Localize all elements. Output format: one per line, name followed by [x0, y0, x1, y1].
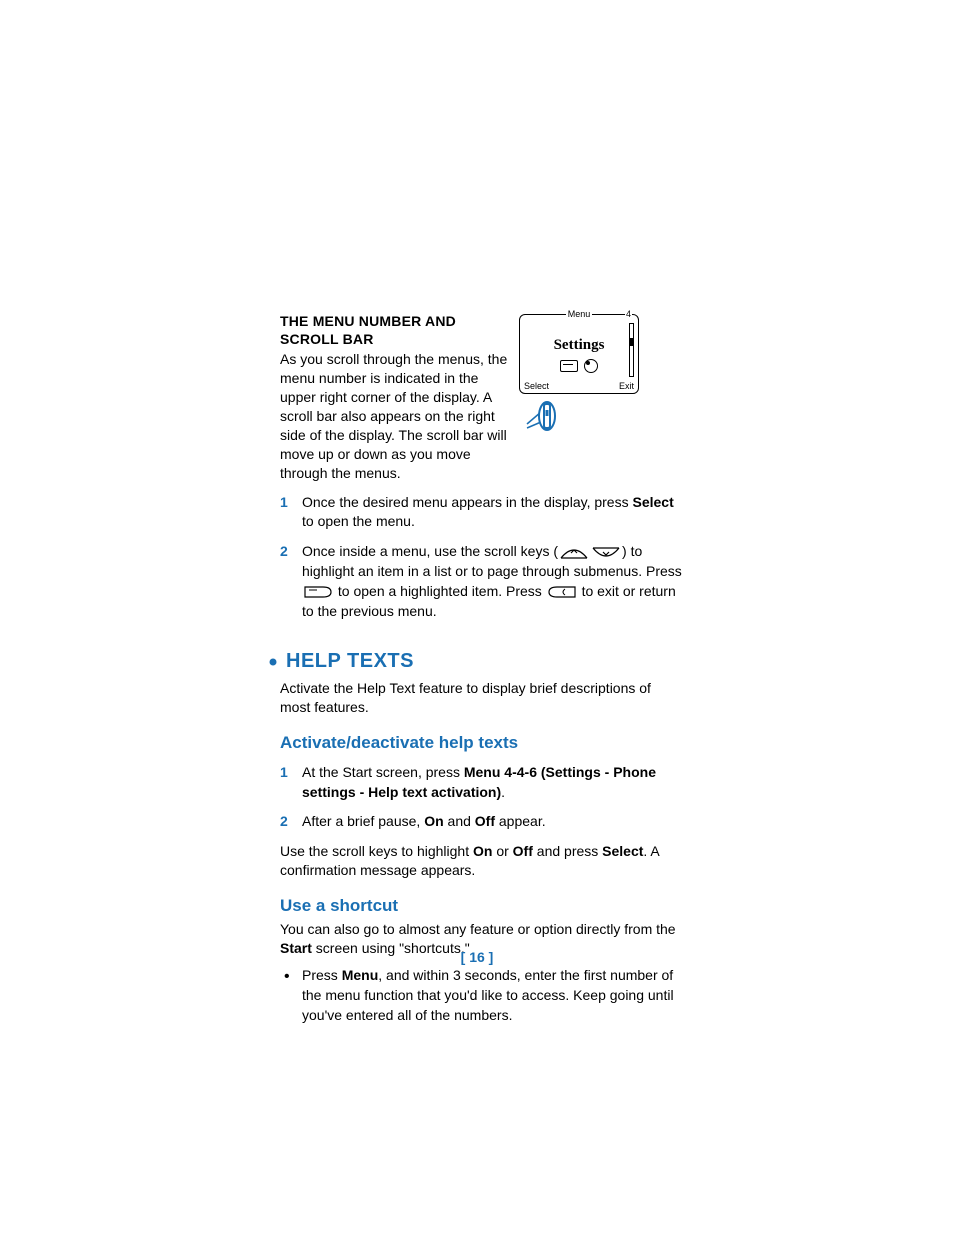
step-number: 2 — [280, 812, 288, 832]
step-text: At the Start screen, press — [302, 764, 464, 780]
phone-menu-number: 4 — [625, 309, 632, 319]
bold-off: Off — [475, 813, 495, 829]
sub-title-shortcut: Use a shortcut — [280, 896, 684, 916]
softkey-right: Exit — [619, 381, 634, 391]
phone-center-text: Settings — [520, 337, 638, 354]
card-icon — [560, 360, 578, 372]
scroll-up-key-icon — [559, 546, 589, 560]
exit-key-icon — [547, 585, 577, 599]
step-text: appear. — [495, 813, 546, 829]
step-number: 1 — [280, 763, 288, 783]
bold-menu: Menu — [342, 967, 379, 983]
list-item: 1 At the Start screen, press Menu 4-4-6 … — [280, 763, 684, 803]
activate-steps-list: 1 At the Start screen, press Menu 4-4-6 … — [280, 763, 684, 833]
page-number: [ 16 ] — [0, 949, 954, 965]
shortcut-bullet-list: Press Menu, and within 3 seconds, enter … — [280, 966, 684, 1026]
paragraph-confirm: Use the scroll keys to highlight On or O… — [280, 842, 684, 880]
globe-icon — [584, 359, 598, 373]
phone-scrollbar-thumb — [630, 338, 633, 346]
step-text: to open the menu. — [302, 513, 415, 529]
scroll-down-key-icon — [591, 546, 621, 560]
phone-screen: Menu 4 Settings Select Exit — [519, 314, 639, 394]
phone-figure: Menu 4 Settings Select Exit — [519, 314, 684, 440]
phone-scrollbar — [629, 323, 634, 377]
bold-select: Select — [602, 843, 643, 859]
section-title-help-texts: HELP TEXTS — [268, 650, 684, 673]
bullet-dot-icon — [268, 657, 278, 667]
list-item: 1 Once the desired menu appears in the d… — [280, 493, 684, 533]
step-text: Once the desired menu appears in the dis… — [302, 494, 632, 510]
step-text: After a brief pause, — [302, 813, 424, 829]
bold-off: Off — [513, 843, 533, 859]
softkey-left: Select — [524, 381, 549, 391]
step-text: and — [444, 813, 475, 829]
page: Menu 4 Settings Select Exit THE MENU N — [0, 0, 954, 1235]
list-item: 2 After a brief pause, On and Off appear… — [280, 812, 684, 832]
step-text: to open a highlighted item. Press — [334, 583, 546, 599]
list-item: Press Menu, and within 3 seconds, enter … — [280, 966, 684, 1026]
bullet-text: Press — [302, 967, 342, 983]
bold-select: Select — [632, 494, 673, 510]
list-item: 2 Once inside a menu, use the scroll key… — [280, 542, 684, 622]
step-number: 2 — [280, 542, 288, 562]
paragraph-help-intro: Activate the Help Text feature to displa… — [280, 679, 684, 717]
bold-on: On — [473, 843, 492, 859]
step-number: 1 — [280, 493, 288, 513]
step-text: . — [501, 784, 505, 800]
phone-center-icons — [520, 357, 638, 375]
select-key-icon — [303, 585, 333, 599]
step-text: Once inside a menu, use the scroll keys … — [302, 543, 558, 559]
bold-on: On — [424, 813, 443, 829]
phone-menu-label: Menu — [520, 309, 638, 319]
steps-list: 1 Once the desired menu appears in the d… — [280, 493, 684, 622]
magnifier-callout-icon — [525, 394, 561, 440]
sub-title-activate: Activate/deactivate help texts — [280, 733, 684, 753]
